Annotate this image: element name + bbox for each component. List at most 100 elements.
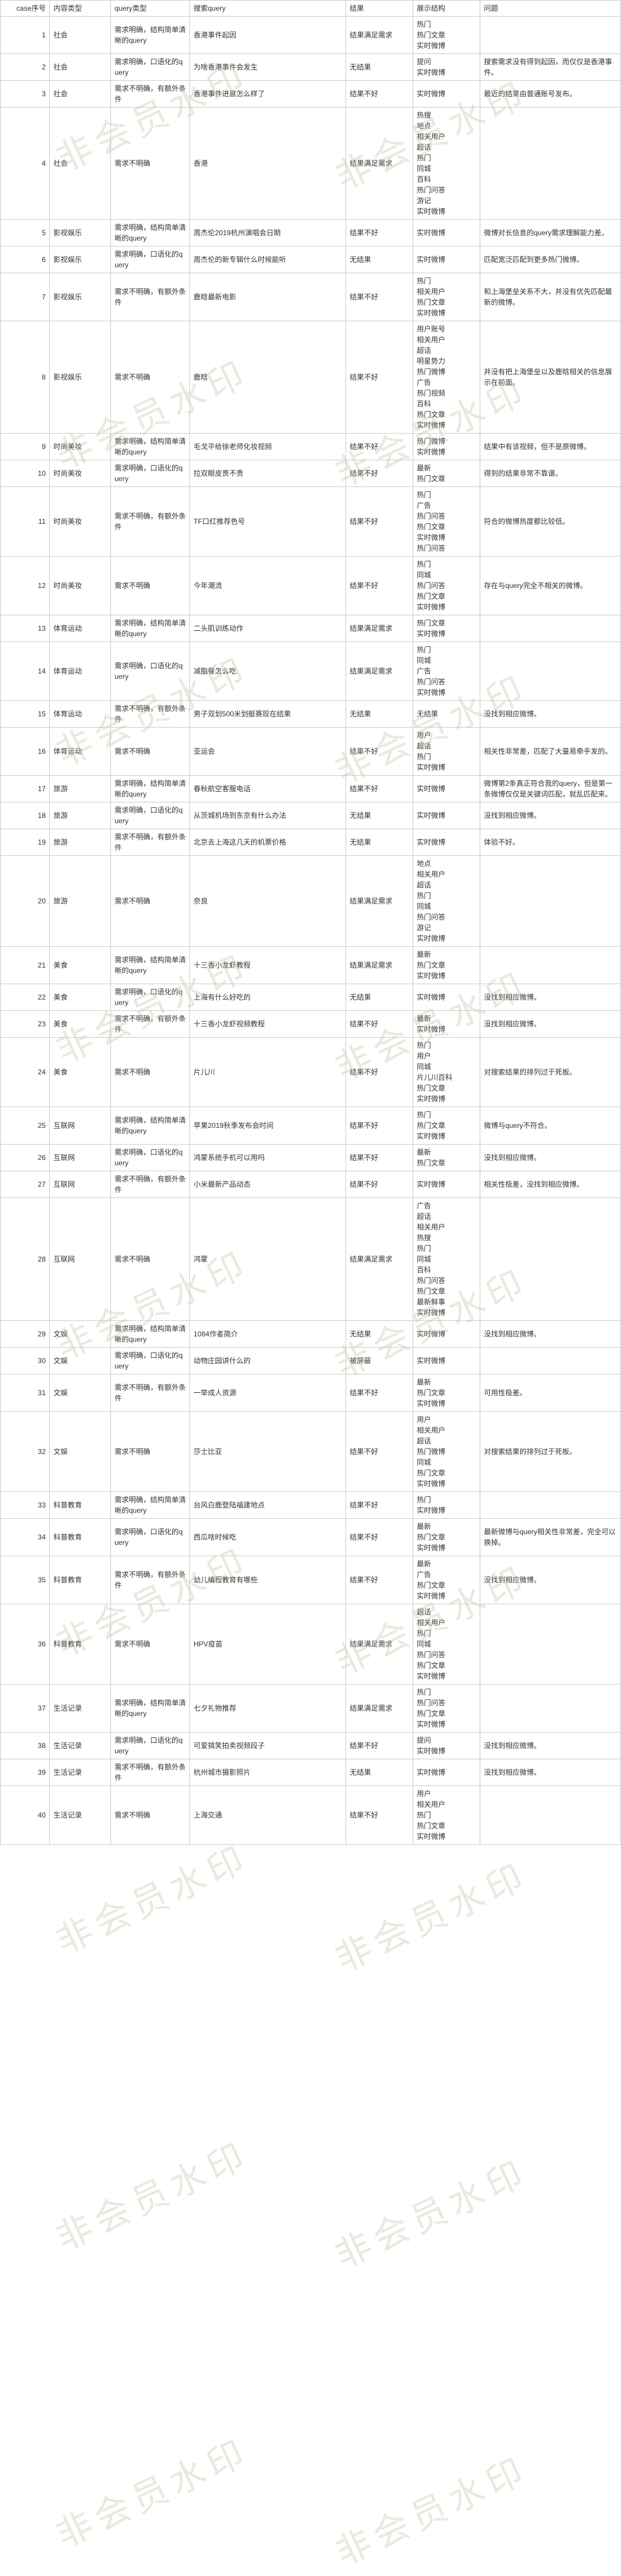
cell-res: 结果满足需求 — [346, 947, 413, 984]
table-row: 34科普教育需求明确，口语化的query西瓜啥时候吃结果不好最新热门文章实时微博… — [1, 1519, 621, 1556]
cell-cat: 旅游 — [50, 856, 111, 947]
cell-res: 结果满足需求 — [346, 615, 413, 642]
cell-issue: 对搜索结果的排列过于死板。 — [480, 1412, 621, 1492]
cell-qt: 需求不明确 — [111, 108, 190, 220]
table-row: 28互联网需求不明确鸿蒙结果满足需求广告超话相关用户热搜热门同城百科热门问答热门… — [1, 1198, 621, 1321]
cell-idx: 33 — [1, 1492, 50, 1519]
cell-disp: 实时微博 — [413, 81, 480, 108]
cell-cat: 科普教育 — [50, 1492, 111, 1519]
header-qt: query类型 — [111, 1, 190, 17]
cell-q: 男子双划500米划艇赛现在结果 — [190, 701, 346, 728]
cell-q: 香港事件进展怎么样了 — [190, 81, 346, 108]
cell-idx: 37 — [1, 1684, 50, 1733]
cell-disp: 最新热门文章实时微博 — [413, 1374, 480, 1412]
cell-res: 结果不好 — [346, 81, 413, 108]
cell-cat: 互联网 — [50, 1171, 111, 1198]
cell-cat: 美食 — [50, 1011, 111, 1038]
cell-issue: 没找到相应微博。 — [480, 701, 621, 728]
table-row: 11时尚美妆需求不明确，有额外条件TF口红推荐色号结果不好热门广告热门问答热门文… — [1, 487, 621, 557]
cell-disp: 实时微博 — [413, 1171, 480, 1198]
cell-res: 被屏蔽 — [346, 1348, 413, 1374]
cell-res: 结果不好 — [346, 1492, 413, 1519]
cell-disp: 实时微博 — [413, 829, 480, 856]
cell-q: 十三香小龙虾视频教程 — [190, 1011, 346, 1038]
table-row: 38生活记录需求明确，口语化的query可爱搞笑拍卖视频段子结果不好提问实时微博… — [1, 1733, 621, 1759]
cell-q: 北京去上海这几天的机票价格 — [190, 829, 346, 856]
cell-disp: 实时微博 — [413, 1759, 480, 1786]
cell-qt: 需求不明确，有额外条件 — [111, 487, 190, 557]
cell-issue: 相关性极差，没找到相应微博。 — [480, 1171, 621, 1198]
cell-qt: 需求明确，口语化的query — [111, 802, 190, 829]
cell-qt: 需求不明确 — [111, 321, 190, 434]
cell-cat: 文娱 — [50, 1348, 111, 1374]
cell-issue: 搜索需求没有得到起因，而仅仅是香港事件。 — [480, 54, 621, 81]
cell-q: 从茨城机场到东京有什么办法 — [190, 802, 346, 829]
watermark-text: 非会员水印 — [46, 2423, 256, 2558]
table-row: 24美食需求不明确片儿川结果不好热门用户同城片儿川百科热门文章实时微博对搜索结果… — [1, 1038, 621, 1107]
cell-res: 无结果 — [346, 54, 413, 81]
cell-res: 结果不好 — [346, 1519, 413, 1556]
cell-res: 结果不好 — [346, 1786, 413, 1845]
cell-q: 周杰伦2019杭州演唱会日期 — [190, 220, 346, 246]
cell-idx: 4 — [1, 108, 50, 220]
cell-qt: 需求明确，结构简单清晰的query — [111, 947, 190, 984]
cell-qt: 需求不明确 — [111, 1604, 190, 1684]
cell-qt: 需求不明确 — [111, 1038, 190, 1107]
cell-idx: 5 — [1, 220, 50, 246]
table-row: 6影视娱乐需求明确，口语化的query周杰伦的新专辑什么时候能听无结果实时微博匹… — [1, 246, 621, 273]
cell-res: 结果不好 — [346, 776, 413, 802]
cell-q: 今年潮流 — [190, 557, 346, 615]
cell-disp: 实时微博 — [413, 1321, 480, 1348]
cell-res: 结果不好 — [346, 1107, 413, 1145]
cell-cat: 文娱 — [50, 1412, 111, 1492]
cell-disp: 热门相关用户热门文章实时微博 — [413, 273, 480, 321]
cell-issue: 体验不好。 — [480, 829, 621, 856]
table-row: 17旅游需求明确，结构简单清晰的query春秋航空客服电话结果不好实时微博微博第… — [1, 776, 621, 802]
cell-res: 结果满足需求 — [346, 1604, 413, 1684]
table-row: 19旅游需求不明确，有额外条件北京去上海这几天的机票价格无结果实时微博体验不好。 — [1, 829, 621, 856]
cell-q: 亚运会 — [190, 728, 346, 776]
cell-q: 十三香小龙虾教程 — [190, 947, 346, 984]
cell-q: 春秋航空客服电话 — [190, 776, 346, 802]
watermark-text: 非会员水印 — [325, 2441, 536, 2576]
cell-cat: 生活记录 — [50, 1733, 111, 1759]
table-row: 15体育运动需求不明确，有额外条件男子双划500米划艇赛现在结果无结果无结果没找… — [1, 701, 621, 728]
cell-q: 上海交通 — [190, 1786, 346, 1845]
cell-qt: 需求明确，口语化的query — [111, 642, 190, 701]
cell-cat: 时尚美妆 — [50, 557, 111, 615]
cell-issue: 没找到相应微博。 — [480, 1556, 621, 1604]
cell-idx: 18 — [1, 802, 50, 829]
cell-idx: 12 — [1, 557, 50, 615]
cell-cat: 生活记录 — [50, 1684, 111, 1733]
table-row: 30文娱需求明确，口语化的query动物庄园讲什么的被屏蔽实时微博 — [1, 1348, 621, 1374]
header-cat: 内容类型 — [50, 1, 111, 17]
cell-issue: 匹配宽泛匹配到更多热门微博。 — [480, 246, 621, 273]
cell-issue — [480, 856, 621, 947]
cell-qt: 需求不明确，有额外条件 — [111, 1759, 190, 1786]
cell-issue: 结果中有该视频，但不是原微博。 — [480, 434, 621, 460]
cell-q: 可爱搞笑拍卖视频段子 — [190, 1733, 346, 1759]
cell-res: 无结果 — [346, 246, 413, 273]
cell-q: HPV疫苗 — [190, 1604, 346, 1684]
cell-q: 香港 — [190, 108, 346, 220]
cell-disp: 热门文章实时微博 — [413, 615, 480, 642]
cell-issue — [480, 642, 621, 701]
cell-q: 苹果2019秋季发布会时间 — [190, 1107, 346, 1145]
cell-q: 杭州城市摄影照片 — [190, 1759, 346, 1786]
cell-cat: 旅游 — [50, 829, 111, 856]
cell-cat: 生活记录 — [50, 1759, 111, 1786]
cell-idx: 3 — [1, 81, 50, 108]
cell-disp: 最新热门文章 — [413, 460, 480, 487]
cell-res: 结果满足需求 — [346, 108, 413, 220]
cell-res: 结果不好 — [346, 1011, 413, 1038]
cases-table: case序号 内容类型 query类型 搜索query 结果 展示结构 问题 1… — [0, 0, 621, 1845]
table-row: 33科普教育需求明确，结构简单清晰的query台风白鹿登陆福建地点结果不好热门实… — [1, 1492, 621, 1519]
cell-disp: 广告超话相关用户热搜热门同城百科热门问答热门文章最新鲜事实时微博 — [413, 1198, 480, 1321]
cell-qt: 需求明确，结构简单清晰的query — [111, 1107, 190, 1145]
cell-cat: 时尚美妆 — [50, 434, 111, 460]
cell-res: 结果不好 — [346, 1412, 413, 1492]
header-q: 搜索query — [190, 1, 346, 17]
table-row: 26互联网需求明确，口语化的query鸿蒙系统手机可以用吗结果不好最新热门文章没… — [1, 1145, 621, 1171]
cell-disp: 实时微博 — [413, 246, 480, 273]
cell-cat: 社会 — [50, 108, 111, 220]
